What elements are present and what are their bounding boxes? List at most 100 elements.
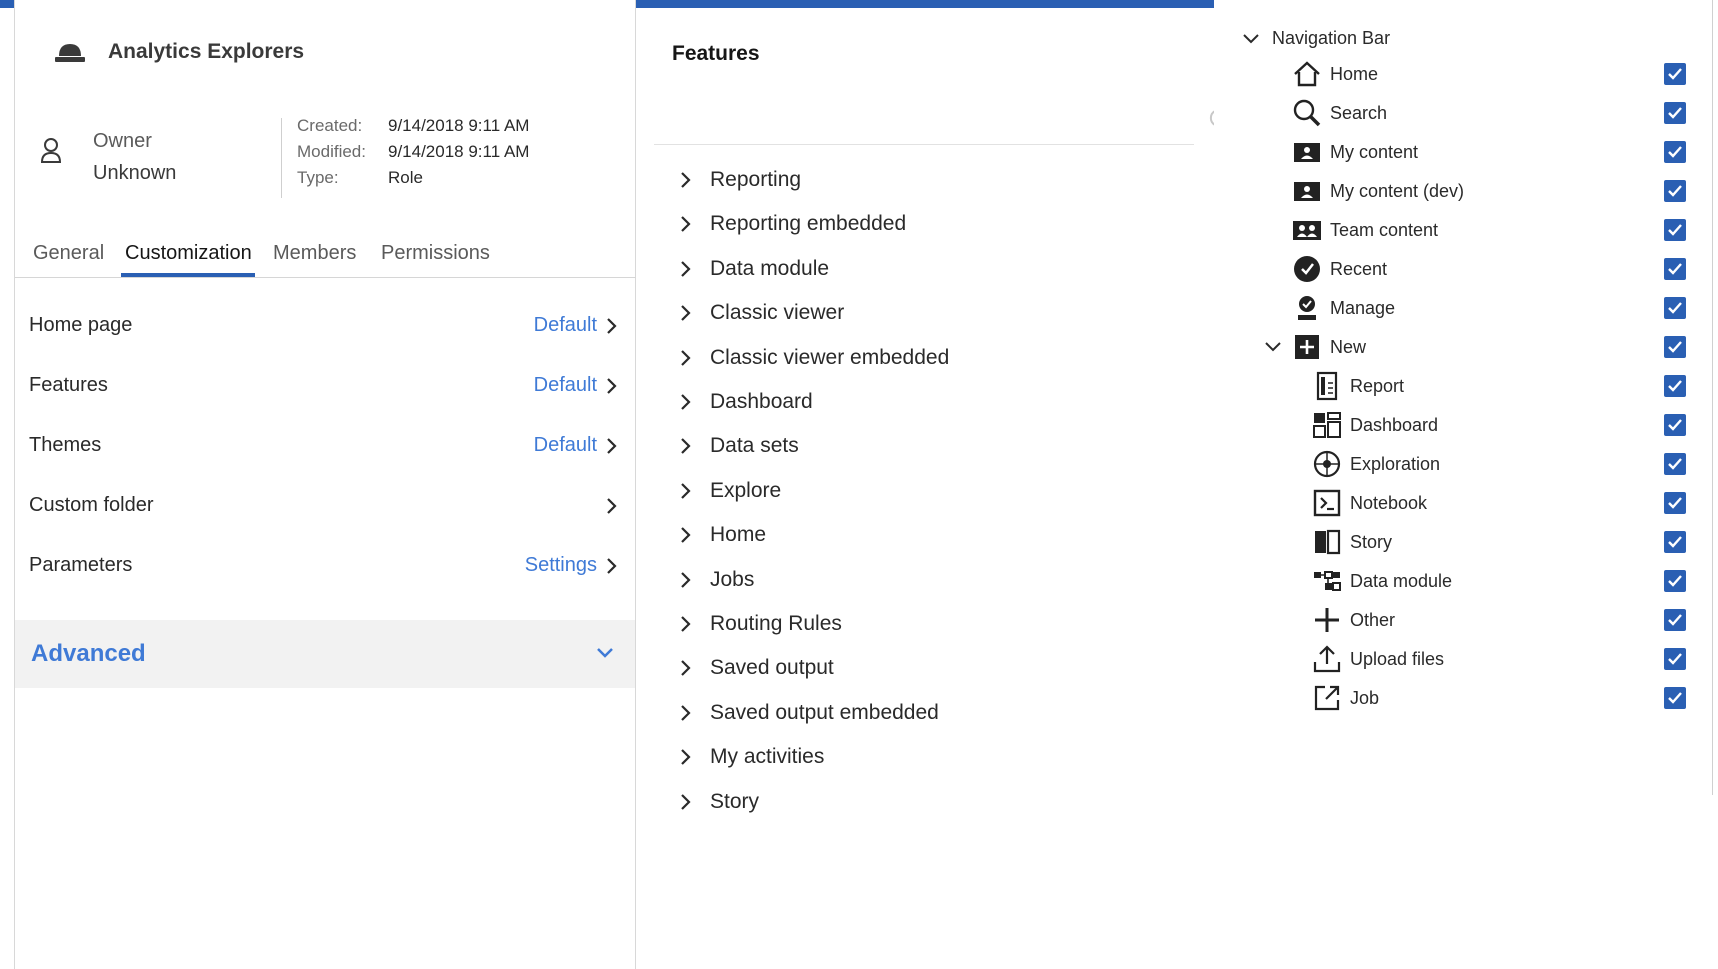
nav-item-label: Data module — [1350, 571, 1453, 591]
checkmark-icon — [1668, 419, 1682, 431]
tab-customization[interactable]: Customization — [125, 242, 252, 265]
home-page-link[interactable]: Default — [534, 314, 597, 337]
chevron-right-icon — [681, 216, 691, 233]
checkbox-checked[interactable] — [1664, 414, 1686, 436]
checkmark-icon — [1668, 263, 1682, 275]
feature-item[interactable]: Data sets — [636, 426, 1196, 466]
chevron-right-icon — [681, 483, 691, 499]
properties-tabs: General Customization Members Permission… — [15, 234, 637, 278]
custom-folder-row[interactable]: Custom folder — [15, 484, 637, 528]
checkmark-icon — [1668, 575, 1682, 587]
checkbox-checked[interactable] — [1664, 648, 1686, 670]
feature-item[interactable]: My activities — [636, 737, 1196, 777]
chevron-down-icon — [597, 648, 613, 658]
checkbox-checked[interactable] — [1664, 375, 1686, 397]
home-page-row[interactable]: Home page Default — [15, 304, 637, 348]
chevron-right-icon — [681, 172, 691, 188]
report-icon — [1316, 371, 1338, 401]
feature-label: My activities — [710, 745, 825, 769]
tab-general[interactable]: General — [33, 242, 104, 265]
checkbox-checked[interactable] — [1664, 180, 1686, 202]
nav-item-other[interactable]: Other — [1214, 601, 1714, 639]
nav-item-notebook[interactable]: Notebook — [1214, 484, 1714, 522]
feature-item[interactable]: Home — [636, 515, 1196, 555]
checkbox-checked[interactable] — [1664, 570, 1686, 592]
checkbox-checked[interactable] — [1664, 531, 1686, 553]
feature-label: Data module — [710, 256, 830, 280]
features-link[interactable]: Default — [534, 374, 597, 397]
nav-item-exploration[interactable]: Exploration — [1214, 445, 1714, 483]
checkbox-checked[interactable] — [1664, 141, 1686, 163]
nav-item-story[interactable]: Story — [1214, 523, 1714, 561]
nav-item-job[interactable]: Job — [1214, 679, 1714, 717]
feature-item[interactable]: Routing Rules — [636, 604, 1196, 644]
tab-permissions[interactable]: Permissions — [381, 242, 490, 265]
chevron-right-icon — [681, 793, 691, 810]
nav-item-my-content[interactable]: My content — [1214, 133, 1714, 171]
my-content-dev-icon — [1294, 182, 1320, 201]
recent-icon — [1294, 256, 1320, 282]
nav-item-report[interactable]: Report — [1214, 367, 1714, 405]
chevron-down-icon[interactable] — [1242, 32, 1260, 46]
features-title: Features — [672, 42, 760, 65]
parameters-link[interactable]: Settings — [525, 554, 597, 577]
new-icon — [1295, 335, 1319, 359]
nav-item-recent[interactable]: Recent — [1214, 250, 1714, 288]
checkbox-checked[interactable] — [1664, 687, 1686, 709]
nav-item-my-content-dev[interactable]: My content (dev) — [1214, 172, 1714, 210]
advanced-section-toggle[interactable]: Advanced — [15, 620, 635, 688]
checkmark-icon — [1668, 185, 1682, 197]
feature-item[interactable]: Saved output — [636, 648, 1196, 688]
feature-item[interactable]: Saved output embedded — [636, 693, 1196, 733]
nav-item-label: Recent — [1330, 259, 1388, 279]
checkbox-checked[interactable] — [1664, 336, 1686, 358]
nav-item-home[interactable]: Home — [1214, 55, 1714, 93]
checkbox-checked[interactable] — [1664, 258, 1686, 280]
themes-link[interactable]: Default — [534, 434, 597, 457]
nav-item-label: Exploration — [1350, 454, 1441, 474]
feature-label: Explore — [710, 478, 782, 502]
feature-item[interactable]: Jobs — [636, 560, 1196, 600]
checkmark-icon — [1668, 692, 1682, 704]
features-panel: Features Reporting Reporting embedded Data… — [636, 8, 1216, 969]
checkmark-icon — [1668, 614, 1682, 626]
nav-item-label: Team content — [1330, 220, 1439, 240]
chevron-down-icon[interactable] — [1264, 340, 1282, 354]
chevron-right-icon — [607, 438, 617, 454]
checkbox-checked[interactable] — [1664, 219, 1686, 241]
features-row[interactable]: Features Default — [15, 364, 637, 408]
owner-label: Owner — [93, 130, 152, 152]
nav-item-team-content[interactable]: Team content — [1214, 211, 1714, 249]
nav-item-upload-files[interactable]: Upload files — [1214, 640, 1714, 678]
checkbox-checked[interactable] — [1664, 102, 1686, 124]
nav-item-label: Other — [1350, 610, 1396, 630]
feature-item[interactable]: Explore — [636, 471, 1196, 511]
parameters-row[interactable]: Parameters Settings — [15, 544, 637, 588]
nav-item-manage[interactable]: Manage — [1214, 289, 1714, 327]
feature-label: Saved output — [710, 656, 834, 680]
nav-item-data-module[interactable]: Data module — [1214, 562, 1714, 600]
checkbox-checked[interactable] — [1664, 297, 1686, 319]
checkbox-checked[interactable] — [1664, 609, 1686, 631]
themes-row[interactable]: Themes Default — [15, 424, 637, 468]
tab-members[interactable]: Members — [273, 242, 356, 265]
feature-item[interactable]: Data module — [636, 249, 1196, 289]
feature-item[interactable]: Story — [636, 782, 1196, 822]
checkbox-checked[interactable] — [1664, 63, 1686, 85]
type-label: Type: — [297, 168, 339, 187]
feature-label: Story — [710, 789, 760, 813]
checkbox-checked[interactable] — [1664, 492, 1686, 514]
nav-item-new[interactable]: New — [1214, 328, 1714, 366]
nav-item-search[interactable]: Search — [1214, 94, 1714, 132]
nav-item-dashboard[interactable]: Dashboard — [1214, 406, 1714, 444]
nav-item-label: Dashboard — [1350, 415, 1439, 435]
feature-item[interactable]: Classic viewer — [636, 293, 1196, 333]
checkmark-icon — [1668, 653, 1682, 665]
feature-item[interactable]: Reporting — [636, 160, 1196, 200]
checkbox-checked[interactable] — [1664, 453, 1686, 475]
feature-item[interactable]: Classic viewer embedded — [636, 338, 1196, 378]
feature-item[interactable]: Reporting embedded — [636, 204, 1196, 244]
feature-item[interactable]: Dashboard — [636, 382, 1196, 422]
advanced-label: Advanced — [31, 640, 146, 667]
chevron-right-icon — [681, 394, 691, 410]
